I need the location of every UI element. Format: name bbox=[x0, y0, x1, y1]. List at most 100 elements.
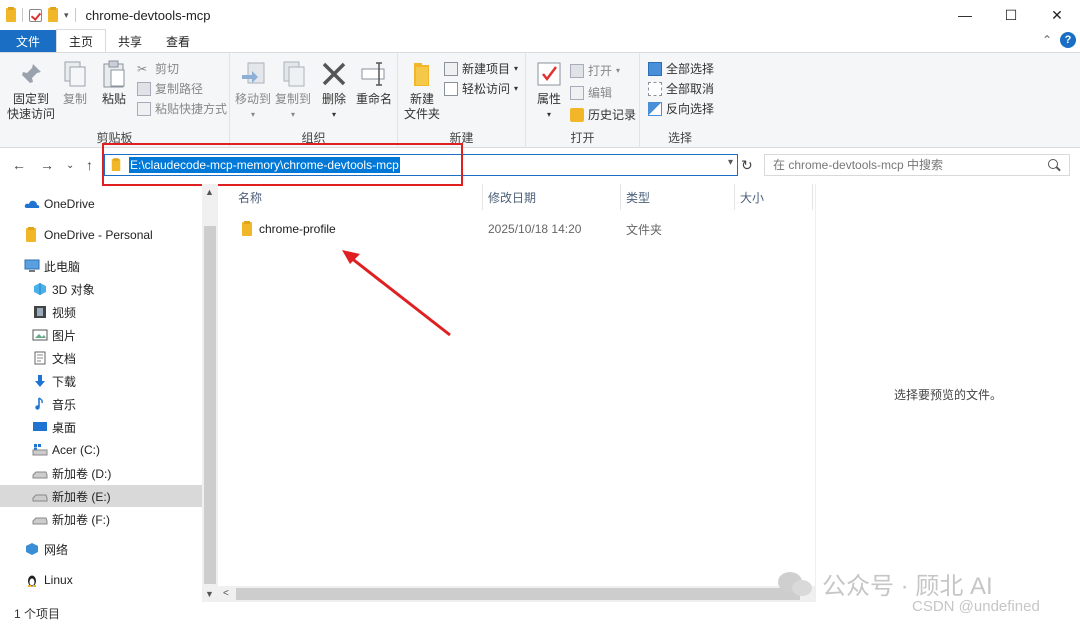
tab-view[interactable]: 查看 bbox=[154, 30, 202, 52]
select-all-button[interactable]: 全部选择 bbox=[648, 60, 714, 77]
nav-item-onedrive-personal[interactable]: OneDrive - Personal bbox=[0, 224, 202, 246]
pictures-icon bbox=[32, 329, 48, 341]
paste-shortcut-button[interactable]: 粘贴快捷方式 bbox=[137, 100, 227, 117]
nav-item-pictures[interactable]: 图片 bbox=[0, 324, 202, 346]
download-icon bbox=[35, 375, 45, 387]
nav-item-linux[interactable]: Linux bbox=[0, 569, 202, 591]
history-icon bbox=[570, 107, 584, 122]
annotation-arrow bbox=[342, 250, 451, 337]
nav-item-downloads[interactable]: 下载 bbox=[0, 370, 202, 392]
cut-label: 剪切 bbox=[155, 62, 180, 76]
nav-item-desktop[interactable]: 桌面 bbox=[0, 416, 202, 438]
select-all-icon bbox=[648, 61, 662, 76]
cut-button[interactable]: ✂ 剪切 bbox=[137, 60, 179, 77]
easy-access-button[interactable]: 轻松访问 ▾ bbox=[444, 80, 518, 97]
computer-icon bbox=[24, 259, 40, 272]
horizontal-scrollbar[interactable]: < > bbox=[218, 586, 815, 602]
nav-item-onedrive[interactable]: OneDrive bbox=[0, 193, 202, 215]
tab-share[interactable]: 共享 bbox=[106, 30, 154, 52]
wechat-icon bbox=[778, 570, 814, 598]
nav-item-drive-f[interactable]: 新加卷 (F:) bbox=[0, 508, 202, 530]
nav-item-this-pc[interactable]: 此电脑 bbox=[0, 255, 202, 277]
select-none-button[interactable]: 全部取消 bbox=[648, 80, 714, 97]
edit-button[interactable]: 编辑 bbox=[570, 84, 612, 101]
nav-item-drive-d[interactable]: 新加卷 (D:) bbox=[0, 462, 202, 484]
nav-item-network[interactable]: 网络 bbox=[0, 538, 202, 560]
open-label: 打开 bbox=[588, 64, 613, 78]
nav-item-drive-c[interactable]: Acer (C:) bbox=[0, 439, 202, 461]
new-folder-button[interactable]: 新建 文件夹 bbox=[404, 59, 440, 122]
maximize-button[interactable]: ☐ bbox=[988, 0, 1034, 30]
delete-button[interactable]: 删除 ▾ bbox=[318, 59, 350, 122]
copy-button[interactable]: 复制 bbox=[60, 59, 90, 107]
customize-toolbar-chevron-down-icon[interactable]: ▾ bbox=[64, 10, 69, 21]
nav-item-drive-e[interactable]: 新加卷 (E:) bbox=[0, 485, 202, 507]
nav-item-music[interactable]: 音乐 bbox=[0, 393, 202, 415]
nav-item-videos[interactable]: 视频 bbox=[0, 301, 202, 323]
search-box[interactable] bbox=[764, 154, 1070, 176]
rename-button[interactable]: 重命名 bbox=[354, 59, 394, 107]
tab-file[interactable]: 文件 bbox=[0, 30, 56, 52]
pin-label-1: 固定到 bbox=[12, 92, 49, 106]
nav-item-3d-objects[interactable]: 3D 对象 bbox=[0, 278, 202, 300]
title-bar: ▾ chrome-devtools-mcp — ☐ ✕ bbox=[0, 0, 1080, 30]
folder-icon bbox=[111, 158, 121, 171]
ribbon: 固定到 快速访问 复制 粘贴 ✂ 剪切 复制路径 粘贴快捷方式 剪贴板 移动到 bbox=[0, 52, 1080, 148]
group-organize: 移动到 ▾ 复制到 ▾ 删除 ▾ 重命名 组织 bbox=[230, 53, 398, 148]
preview-empty-text: 选择要预览的文件。 bbox=[893, 388, 1002, 402]
scroll-left-chevron-icon[interactable]: < bbox=[223, 588, 229, 599]
column-header-name[interactable]: 名称 bbox=[238, 189, 262, 206]
nav-item-documents[interactable]: 文档 bbox=[0, 347, 202, 369]
refresh-icon[interactable]: ↻ bbox=[741, 157, 753, 174]
paste-shortcut-label: 粘贴快捷方式 bbox=[155, 102, 228, 116]
group-new: 新建 文件夹 新建项目 ▾ 轻松访问 ▾ 新建 bbox=[398, 53, 526, 148]
properties-check-icon[interactable] bbox=[29, 8, 42, 22]
scroll-up-chevron-icon[interactable]: ▲ bbox=[205, 187, 214, 197]
nav-label: OneDrive bbox=[44, 197, 95, 211]
forward-arrow-icon[interactable]: → bbox=[40, 157, 54, 173]
scroll-down-chevron-icon[interactable]: ▼ bbox=[205, 589, 214, 599]
search-input[interactable] bbox=[773, 158, 1047, 172]
documents-icon bbox=[34, 351, 46, 365]
help-icon[interactable]: ? bbox=[1060, 32, 1076, 48]
copy-path-button[interactable]: 复制路径 bbox=[137, 80, 203, 97]
recent-locations-chevron-down-icon[interactable]: ⌄ bbox=[66, 160, 74, 171]
paste-button[interactable]: 粘贴 bbox=[96, 59, 132, 107]
address-bar[interactable]: E:\claudecode-mcp-memory\chrome-devtools… bbox=[104, 154, 738, 176]
invert-selection-button[interactable]: 反向选择 bbox=[648, 100, 714, 117]
search-icon[interactable] bbox=[1047, 158, 1061, 172]
nav-label: 图片 bbox=[52, 328, 77, 343]
column-header-size[interactable]: 大小 bbox=[740, 189, 764, 206]
column-divider[interactable] bbox=[734, 184, 735, 210]
column-divider[interactable] bbox=[812, 184, 813, 210]
new-item-icon bbox=[444, 61, 458, 76]
back-arrow-icon[interactable]: ← bbox=[12, 157, 26, 173]
column-header-type[interactable]: 类型 bbox=[626, 189, 650, 206]
address-path[interactable]: E:\claudecode-mcp-memory\chrome-devtools… bbox=[129, 157, 400, 173]
open-button[interactable]: 打开 ▾ bbox=[570, 62, 620, 79]
nav-scrollbar-thumb[interactable] bbox=[204, 226, 216, 584]
copy-label: 复制 bbox=[62, 92, 87, 106]
copy-to-button[interactable]: 复制到 ▾ bbox=[274, 59, 312, 122]
address-history-chevron-down-icon[interactable]: ▾ bbox=[728, 157, 733, 168]
column-header-modified[interactable]: 修改日期 bbox=[488, 189, 536, 206]
close-button[interactable]: ✕ bbox=[1034, 0, 1080, 30]
nav-label: 桌面 bbox=[52, 420, 77, 435]
minimize-button[interactable]: — bbox=[942, 0, 988, 30]
tab-home[interactable]: 主页 bbox=[56, 29, 107, 52]
column-divider[interactable] bbox=[482, 184, 483, 210]
new-folder-icon[interactable] bbox=[48, 7, 58, 22]
table-row[interactable]: chrome-profile 2025/10/18 14:20 文件夹 bbox=[232, 218, 812, 240]
move-to-button[interactable]: 移动到 ▾ bbox=[234, 59, 272, 122]
new-item-button[interactable]: 新建项目 ▾ bbox=[444, 60, 518, 77]
properties-button[interactable]: 属性 ▾ bbox=[532, 59, 566, 122]
window-title: chrome-devtools-mcp bbox=[85, 7, 211, 23]
column-divider[interactable] bbox=[620, 184, 621, 210]
pin-to-quick-access-button[interactable]: 固定到 快速访问 bbox=[6, 59, 56, 122]
history-button[interactable]: 历史记录 bbox=[570, 106, 636, 123]
collapse-ribbon-chevron-up-icon[interactable]: ⌃ bbox=[1042, 33, 1052, 47]
up-arrow-icon[interactable]: ↑ bbox=[86, 157, 93, 173]
horizontal-scrollbar-thumb[interactable] bbox=[236, 588, 800, 600]
chevron-down-icon: ▾ bbox=[546, 110, 551, 119]
nav-scrollbar[interactable]: ▲ ▼ bbox=[202, 184, 218, 602]
